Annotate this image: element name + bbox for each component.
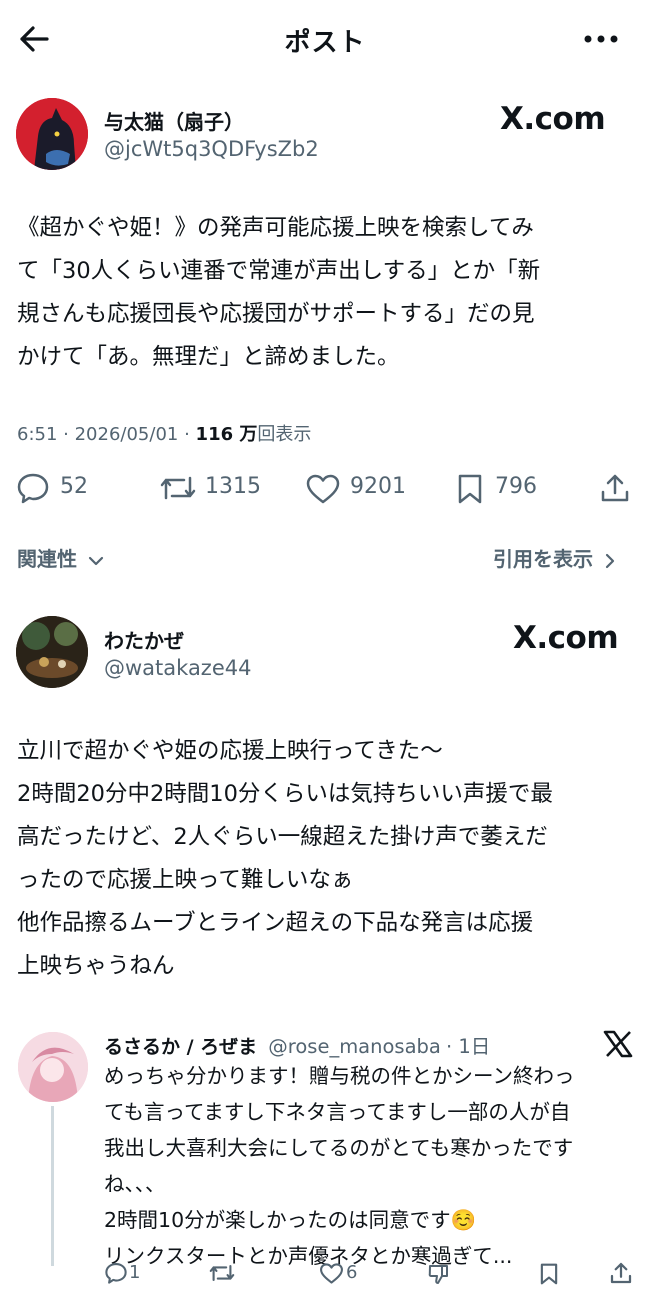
repost-icon[interactable] <box>158 474 198 502</box>
relevance-label: 関連性 <box>17 547 77 571</box>
x-logo-icon <box>603 1030 633 1058</box>
sort-relevance[interactable]: 関連性 <box>17 543 104 572</box>
post-line: かけて「あ。無理だ」と諦めました。 <box>17 344 400 370</box>
author-handle[interactable]: @jcWt5q3QDFysZb2 <box>104 137 319 161</box>
avatar[interactable] <box>18 1032 88 1102</box>
reply-line: ても言ってますし下ネタ言ってますし一部の人が自 <box>104 1100 571 1124</box>
more-icon[interactable] <box>583 34 619 44</box>
reply-count: 52 <box>60 474 88 499</box>
repost-count: 1315 <box>205 474 261 499</box>
quote-line: 高だったけど、2人ぐらい一線超えた掛け声で萎えだ <box>17 824 548 850</box>
reply-line: 2時間10分が楽しかったのは同意です☺️ <box>104 1208 477 1232</box>
reply-line: リンクスタートとか声優ネタとか寒過ぎて... <box>104 1244 513 1268</box>
views-label: 回表示 <box>257 424 312 445</box>
repost-icon[interactable] <box>208 1263 236 1283</box>
thread-line <box>51 1106 54 1266</box>
quote-line: 上映ちゃうねん <box>17 953 175 979</box>
view-quotes-label: 引用を表示 <box>493 547 593 571</box>
post-line: て「30人くらい連番で常連が声出しする」とか「新 <box>17 258 541 284</box>
quote-body: 立川で超かぐや姫の応援上映行ってきた〜 2時間20分中2時間10分くらいは気持ち… <box>17 730 647 988</box>
xcom-brand: X.com <box>513 620 619 656</box>
reply-line: めっちゃ分かります！贈与税の件とかシーン終わっ <box>104 1064 575 1088</box>
page-title: ポスト <box>284 28 366 58</box>
reply-icon[interactable] <box>16 472 50 504</box>
bookmark-count: 796 <box>495 474 537 499</box>
post-line: 《超かぐや姫！》の発声可能応援上映を検索してみ <box>17 215 534 241</box>
xcom-brand: X.com <box>500 101 606 137</box>
chevron-right-icon <box>604 553 616 569</box>
post-meta: 6:51 · 2026/05/01 · 116 万回表示 <box>17 424 312 445</box>
views-count: 116 万 <box>195 424 258 445</box>
like-count: 9201 <box>350 474 406 499</box>
like-icon[interactable] <box>319 1263 344 1284</box>
view-quotes-link[interactable]: 引用を表示 <box>493 543 616 572</box>
reply-header: るさるか / ろぜま @rose_manosaba · 1日 <box>104 1030 490 1059</box>
post-date[interactable]: 2026/05/01 <box>75 424 179 445</box>
share-icon[interactable] <box>609 1261 633 1285</box>
reply-author-name[interactable]: るさるか / ろぜま <box>104 1036 257 1058</box>
reply-line: ね、、、 <box>104 1172 166 1196</box>
quote-line: 立川で超かぐや姫の応援上映行ってきた〜 <box>17 738 443 764</box>
reply-body: めっちゃ分かります！贈与税の件とかシーン終わっ ても言ってますし下ネタ言ってます… <box>104 1058 644 1274</box>
like-icon[interactable] <box>305 474 341 504</box>
quote-line: 他作品擦るムーブとライン超えの下品な発言は応援 <box>17 910 534 936</box>
bookmark-icon[interactable] <box>539 1262 559 1286</box>
quote-line: ったので応援上映って難しいなぁ <box>17 867 354 893</box>
bookmark-icon[interactable] <box>456 473 484 505</box>
quote-author-handle[interactable]: @watakaze44 <box>104 656 251 680</box>
post-time[interactable]: 6:51 <box>17 424 57 445</box>
quote-author-name[interactable]: わたかぜ <box>104 625 184 654</box>
quote-line: 2時間20分中2時間10分くらいは気持ちいい声援で最 <box>17 781 553 807</box>
reply-time[interactable]: · 1日 <box>446 1035 490 1058</box>
dislike-icon[interactable] <box>427 1262 451 1286</box>
share-icon[interactable] <box>599 472 631 504</box>
post-body: 《超かぐや姫！》の発声可能応援上映を検索してみ て「30人くらい連番で常連が声出… <box>17 207 642 379</box>
avatar[interactable] <box>16 98 88 170</box>
reply-icon[interactable] <box>104 1262 128 1284</box>
reply-reply-count: 1 <box>129 1262 141 1283</box>
avatar[interactable] <box>16 616 88 688</box>
reply-author-handle[interactable]: @rose_manosaba <box>268 1035 441 1058</box>
reply-line: 我出し大喜利大会にしてるのがとても寒かったです <box>104 1136 574 1160</box>
reply-like-count: 6 <box>346 1262 358 1283</box>
author-name[interactable]: 与太猫（扇子） <box>104 106 244 135</box>
chevron-down-icon <box>88 555 104 567</box>
post-line: 規さんも応援団長や応援団がサポートする」だの見 <box>17 301 535 327</box>
